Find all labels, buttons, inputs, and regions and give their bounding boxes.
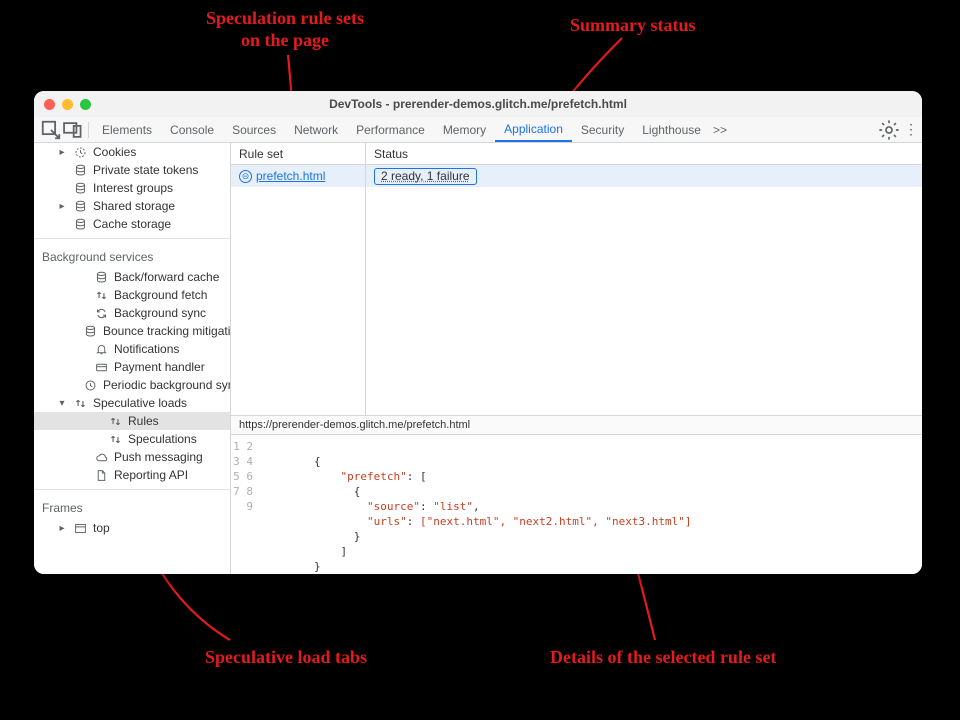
sidebar-item-background-sync[interactable]: Background sync [34,304,230,322]
tabs-overflow-icon[interactable]: >> [710,123,730,137]
application-sidebar: ▸ Cookies Private state tokens Interest … [34,143,231,574]
sync-icon [94,306,108,320]
device-toggle-icon[interactable] [62,119,84,141]
updown-icon [108,432,122,446]
sidebar-item-push-messaging[interactable]: Push messaging [34,448,230,466]
sidebar-item-label: Bounce tracking mitigations [103,324,231,338]
status-badge[interactable]: 2 ready, 1 failure [374,168,477,185]
sidebar-item-label: Cookies [93,145,136,159]
annotation-details: Details of the selected rule set [550,647,776,669]
tab-sources[interactable]: Sources [223,117,285,142]
bell-icon [94,342,108,356]
sidebar-item-label: Push messaging [114,450,203,464]
ruleset-url-bar: https://prerender-demos.glitch.me/prefet… [231,415,922,435]
sidebar-item-label: Speculative loads [93,396,187,410]
sidebar-item-reporting-api[interactable]: Reporting API [34,466,230,484]
database-icon [84,324,97,338]
clock-dashed-icon [73,145,87,159]
sidebar-item-label: Background sync [114,306,206,320]
kebab-menu-icon[interactable]: ⋮ [900,119,922,141]
inspect-icon[interactable] [40,119,62,141]
sidebar-item-shared-storage[interactable]: ▸ Shared storage [34,197,230,215]
chevron-icon: ▸ [57,147,67,158]
updown-icon [94,288,108,302]
column-header-ruleset[interactable]: Rule set [231,143,365,165]
database-icon [73,217,87,231]
cloud-icon [94,450,108,464]
sidebar-item-label: Back/forward cache [114,270,219,284]
sidebar-item-label: top [93,521,110,535]
chevron-down-icon: ▾ [57,398,67,409]
code-gutter: 1 2 3 4 5 6 7 8 9 [231,435,261,574]
tab-memory[interactable]: Memory [434,117,495,142]
column-header-status[interactable]: Status [366,143,922,165]
ruleset-source-editor[interactable]: 1 2 3 4 5 6 7 8 9 { "prefetch": [ { "sou… [231,435,922,574]
database-icon [94,270,108,284]
database-icon [73,163,87,177]
tab-security[interactable]: Security [572,117,633,142]
updown-icon [108,414,122,428]
sidebar-item-label: Cache storage [93,217,171,231]
sidebar-group-frames: Frames [34,495,230,519]
ruleset-row[interactable]: ⊝ prefetch.html [231,165,365,187]
gear-icon[interactable] [878,119,900,141]
tab-performance[interactable]: Performance [347,117,434,142]
tab-lighthouse[interactable]: Lighthouse [633,117,710,142]
window-titlebar: DevTools - prerender-demos.glitch.me/pre… [34,91,922,117]
ruleset-link[interactable]: prefetch.html [256,169,325,183]
sidebar-item-rules[interactable]: Rules [34,412,230,430]
annotation-rulesets: Speculation rule sets on the page [175,8,395,51]
sidebar-group-background-services: Background services [34,244,230,268]
clock-icon [84,378,97,392]
sidebar-item-interest-groups[interactable]: Interest groups [34,179,230,197]
tab-application[interactable]: Application [495,117,572,142]
sidebar-item-top[interactable]: ▸ top [34,519,230,537]
sidebar-item-label: Notifications [114,342,179,356]
sidebar-item-label: Periodic background sync [103,378,231,392]
sidebar-item-label: Payment handler [114,360,205,374]
chevron-icon: ▸ [57,201,67,212]
sidebar-item-label: Background fetch [114,288,207,302]
tab-network[interactable]: Network [285,117,347,142]
window-title: DevTools - prerender-demos.glitch.me/pre… [34,97,922,111]
window-icon [73,521,87,535]
tab-elements[interactable]: Elements [93,117,161,142]
sidebar-item-payment-handler[interactable]: Payment handler [34,358,230,376]
file-icon [94,468,108,482]
sidebar-item-private-state-tokens[interactable]: Private state tokens [34,161,230,179]
sidebar-item-periodic-background-sync[interactable]: Periodic background sync [34,376,230,394]
sidebar-item-label: Reporting API [114,468,188,482]
database-icon [73,181,87,195]
status-row[interactable]: 2 ready, 1 failure [366,165,922,187]
chevron-icon: ▸ [57,523,67,534]
sidebar-item-cookies[interactable]: ▸ Cookies [34,143,230,161]
tab-console[interactable]: Console [161,117,223,142]
devtools-tabbar: Elements Console Sources Network Perform… [34,117,922,143]
devtools-window: DevTools - prerender-demos.glitch.me/pre… [34,91,922,574]
sidebar-item-label: Private state tokens [93,163,198,177]
annotation-tabs: Speculative load tabs [205,647,367,669]
annotation-summary: Summary status [570,15,696,37]
ruleset-status-icon: ⊝ [239,170,252,183]
sidebar-item-background-fetch[interactable]: Background fetch [34,286,230,304]
sidebar-item-label: Rules [128,414,159,428]
sidebar-item-label: Shared storage [93,199,175,213]
sidebar-item-label: Interest groups [93,181,173,195]
sidebar-item-cache-storage[interactable]: Cache storage [34,215,230,233]
sidebar-item-label: Speculations [128,432,197,446]
rules-pane: Rule set ⊝ prefetch.html Status 2 ready,… [231,143,922,574]
updown-icon [73,396,87,410]
sidebar-item-speculative-loads[interactable]: ▾ Speculative loads [34,394,230,412]
sidebar-item-bounce-tracking-mitigations[interactable]: Bounce tracking mitigations [34,322,230,340]
sidebar-item-speculations[interactable]: Speculations [34,430,230,448]
code-content: { "prefetch": [ { "source": "list", "url… [261,435,922,574]
rules-table: Rule set ⊝ prefetch.html Status 2 ready,… [231,143,922,415]
database-icon [73,199,87,213]
sidebar-item-back-forward-cache[interactable]: Back/forward cache [34,268,230,286]
sidebar-item-notifications[interactable]: Notifications [34,340,230,358]
card-icon [94,360,108,374]
